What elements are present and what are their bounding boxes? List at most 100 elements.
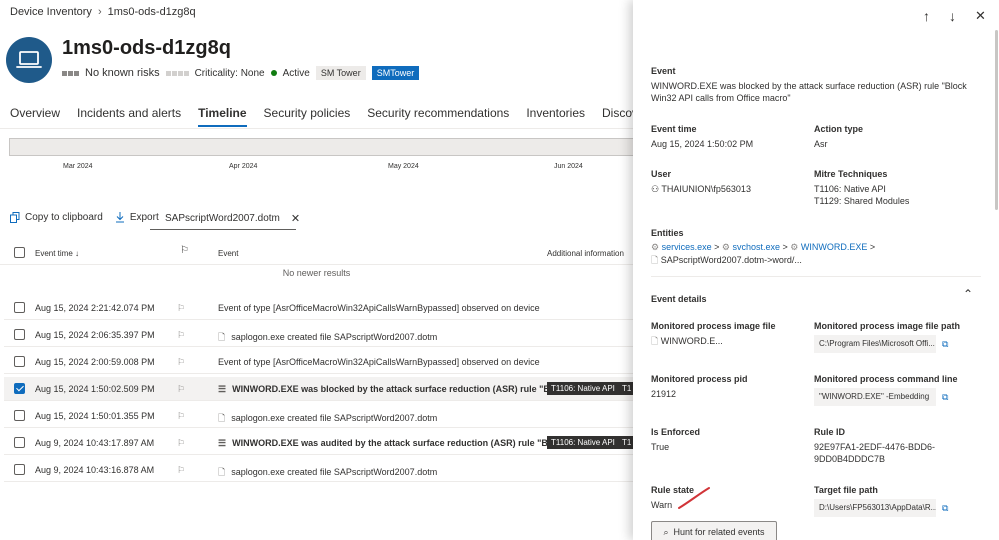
tab-incidents-and-alerts[interactable]: Incidents and alerts [77, 106, 181, 127]
timeline-month-label: Apr 2024 [229, 163, 258, 170]
flag-icon[interactable]: ⚐ [177, 384, 185, 395]
row-event-text: saplogon.exe created file SAPscriptWord2… [231, 332, 438, 342]
row-checkbox[interactable] [14, 464, 25, 475]
row-event: 🗋 saplogon.exe created file SAPscriptWord… [218, 465, 437, 481]
tab-inventories[interactable]: Inventories [526, 106, 585, 127]
device-tag[interactable]: SM Tower [315, 66, 366, 80]
mitre-tag[interactable]: T1106: Native API [547, 382, 619, 395]
risk-level-icon [62, 70, 79, 76]
flag-icon[interactable]: ⚐ [177, 465, 185, 476]
table-row[interactable]: Aug 9, 2024 10:43:17.897 AM ⚐ ☰ WINWORD.EXE… [4, 431, 636, 455]
user-icon: ⚇ [651, 184, 662, 194]
row-event-time: Aug 15, 2024 2:06:35.397 PM [35, 330, 155, 340]
file-icon: 🗋 [218, 467, 226, 477]
hunt-for-related-events-button[interactable]: ⌕ Hunt for related events [651, 521, 777, 540]
breadcrumb-device-inventory[interactable]: Device Inventory [10, 6, 92, 18]
column-event-time[interactable]: Event time ↓ [35, 249, 79, 258]
row-event: Event of type [AsrOfficeMacroWin32ApiCal… [218, 303, 540, 313]
download-icon [115, 212, 124, 223]
no-newer-results: No newer results [282, 268, 351, 278]
entity-link[interactable]: services.exe [662, 242, 712, 252]
mitre-tag[interactable]: T1106: Native API [547, 436, 619, 449]
table-row[interactable]: Aug 15, 2024 2:00:59.008 PM ⚐ Event of typ… [4, 350, 633, 374]
select-all-checkbox[interactable] [14, 247, 25, 258]
mitre-technique-link[interactable]: T1129: Shared Modules [814, 196, 909, 207]
user-link[interactable]: ⚇ THAIUNION\fp563013 [651, 184, 751, 195]
copy-icon[interactable]: ⧉ [942, 339, 948, 350]
tab-security-recommendations[interactable]: Security recommendations [367, 106, 509, 127]
section-divider [651, 276, 981, 277]
row-checkbox[interactable] [14, 383, 25, 394]
device-avatar [6, 37, 52, 83]
entity-file[interactable]: 🗋 SAPscriptWord2007.dotm->word/... [651, 255, 802, 266]
flag-icon[interactable]: ⚐ [177, 357, 185, 368]
tab-overview[interactable]: Overview [10, 106, 60, 127]
user-label: User [651, 169, 672, 179]
pid-value: 21912 [651, 389, 677, 399]
table-row[interactable]: Aug 9, 2024 10:43:16.878 AM ⚐ 🗋 saplogon.ex… [4, 458, 633, 482]
flag-icon[interactable]: ⚐ [177, 303, 185, 314]
gear-icon: ⚙ [651, 242, 660, 252]
row-checkbox[interactable] [14, 329, 25, 340]
entity-link[interactable]: svchost.exe [732, 242, 780, 252]
search-filter[interactable]: SAPscriptWord2007.dotm ✕ [150, 208, 300, 230]
clear-filter-icon[interactable]: ✕ [291, 212, 300, 225]
column-event[interactable]: Event [218, 249, 238, 258]
copy-to-clipboard-button[interactable]: Copy to clipboard [10, 212, 103, 223]
row-checkbox[interactable] [14, 302, 25, 313]
target-file-path-label: Target file path [814, 485, 878, 495]
tab-timeline[interactable]: Timeline [198, 106, 247, 127]
row-event: 🗋 saplogon.exe created file SAPscriptWord… [218, 330, 437, 346]
is-enforced-value: True [651, 442, 670, 452]
timeline-range-selector[interactable] [9, 138, 639, 156]
entity-link[interactable]: WINWORD.EXE [801, 242, 868, 252]
gear-icon: ⚙ [790, 242, 799, 252]
table-row[interactable]: Aug 15, 2024 2:06:35.397 PM ⚐ 🗋 saplogon.ex… [4, 323, 633, 347]
copy-label: Copy to clipboard [25, 212, 103, 223]
row-checkbox[interactable] [14, 410, 25, 421]
arrow-down-icon[interactable]: ↓ [949, 8, 956, 24]
event-details-panel: ↑ ↓ ✕ Event WINWORD.EXE was blocked by t… [633, 0, 999, 540]
tab-divider [0, 128, 633, 129]
monitored-image-path-value: C:\Program Files\Microsoft Offi... [814, 335, 936, 353]
chevron-up-icon[interactable]: ⌃ [963, 287, 973, 301]
tab-security-policies[interactable]: Security policies [264, 106, 351, 127]
table-row[interactable]: Aug 15, 2024 1:50:01.355 PM ⚐ 🗋 saplogon.ex… [4, 404, 633, 428]
table-row[interactable]: Aug 15, 2024 1:50:02.509 PM ⚐ ☰ WINWORD.EXE… [4, 377, 636, 401]
flag-icon[interactable]: ⚐ [177, 330, 185, 341]
flag-icon[interactable]: ⚐ [177, 438, 185, 449]
row-checkbox[interactable] [14, 437, 25, 448]
event-details-header[interactable]: Event details [651, 294, 707, 304]
is-enforced-label: Is Enforced [651, 427, 701, 437]
copy-icon[interactable]: ⧉ [942, 503, 948, 514]
target-file-path-value: D:\Users\FP563013\AppData\R... [814, 499, 936, 517]
row-event-text: saplogon.exe created file SAPscriptWord2… [231, 467, 438, 477]
chevron-right-icon: › [97, 6, 102, 18]
rule-id-label: Rule ID [814, 427, 846, 437]
row-event: ☰ WINWORD.EXE was audited by the attack s… [218, 438, 558, 449]
user-name: THAIUNION\fp563013 [661, 184, 751, 194]
criticality-level-icon [165, 70, 189, 76]
copy-icon[interactable]: ⧉ [942, 392, 948, 403]
table-row[interactable]: Aug 15, 2024 2:21:42.074 PM ⚐ Event of typ… [4, 296, 633, 320]
file-icon: 🗋 [651, 255, 659, 265]
event-description: WINWORD.EXE was blocked by the attack su… [651, 81, 967, 91]
close-icon[interactable]: ✕ [975, 8, 986, 24]
row-event-time: Aug 15, 2024 1:50:02.509 PM [35, 384, 155, 394]
file-icon: 🗋 [651, 336, 661, 346]
row-checkbox[interactable] [14, 356, 25, 367]
device-tag[interactable]: SMTower [371, 66, 420, 80]
row-event-time: Aug 15, 2024 2:00:59.008 PM [35, 357, 155, 367]
arrow-up-icon[interactable]: ↑ [923, 8, 930, 24]
device-meta: No known risks Criticality: None Active … [62, 66, 420, 80]
entities-chain: ⚙ services.exe > ⚙ svchost.exe > ⚙ WINWO… [651, 242, 876, 252]
flag-icon[interactable]: ⚐ [177, 411, 185, 422]
monitored-image-value: WINWORD.E... [660, 336, 723, 346]
column-additional-information[interactable]: Additional information [547, 249, 624, 258]
active-status-icon [270, 70, 277, 76]
monitored-image-label: Monitored process image file [651, 321, 776, 331]
row-event: Event of type [AsrOfficeMacroWin32ApiCal… [218, 357, 540, 367]
mitre-technique-link[interactable]: T1106: Native API [814, 184, 886, 195]
monitored-image-link[interactable]: 🗋 WINWORD.E... [651, 336, 723, 347]
panel-scrollbar[interactable] [995, 30, 998, 210]
